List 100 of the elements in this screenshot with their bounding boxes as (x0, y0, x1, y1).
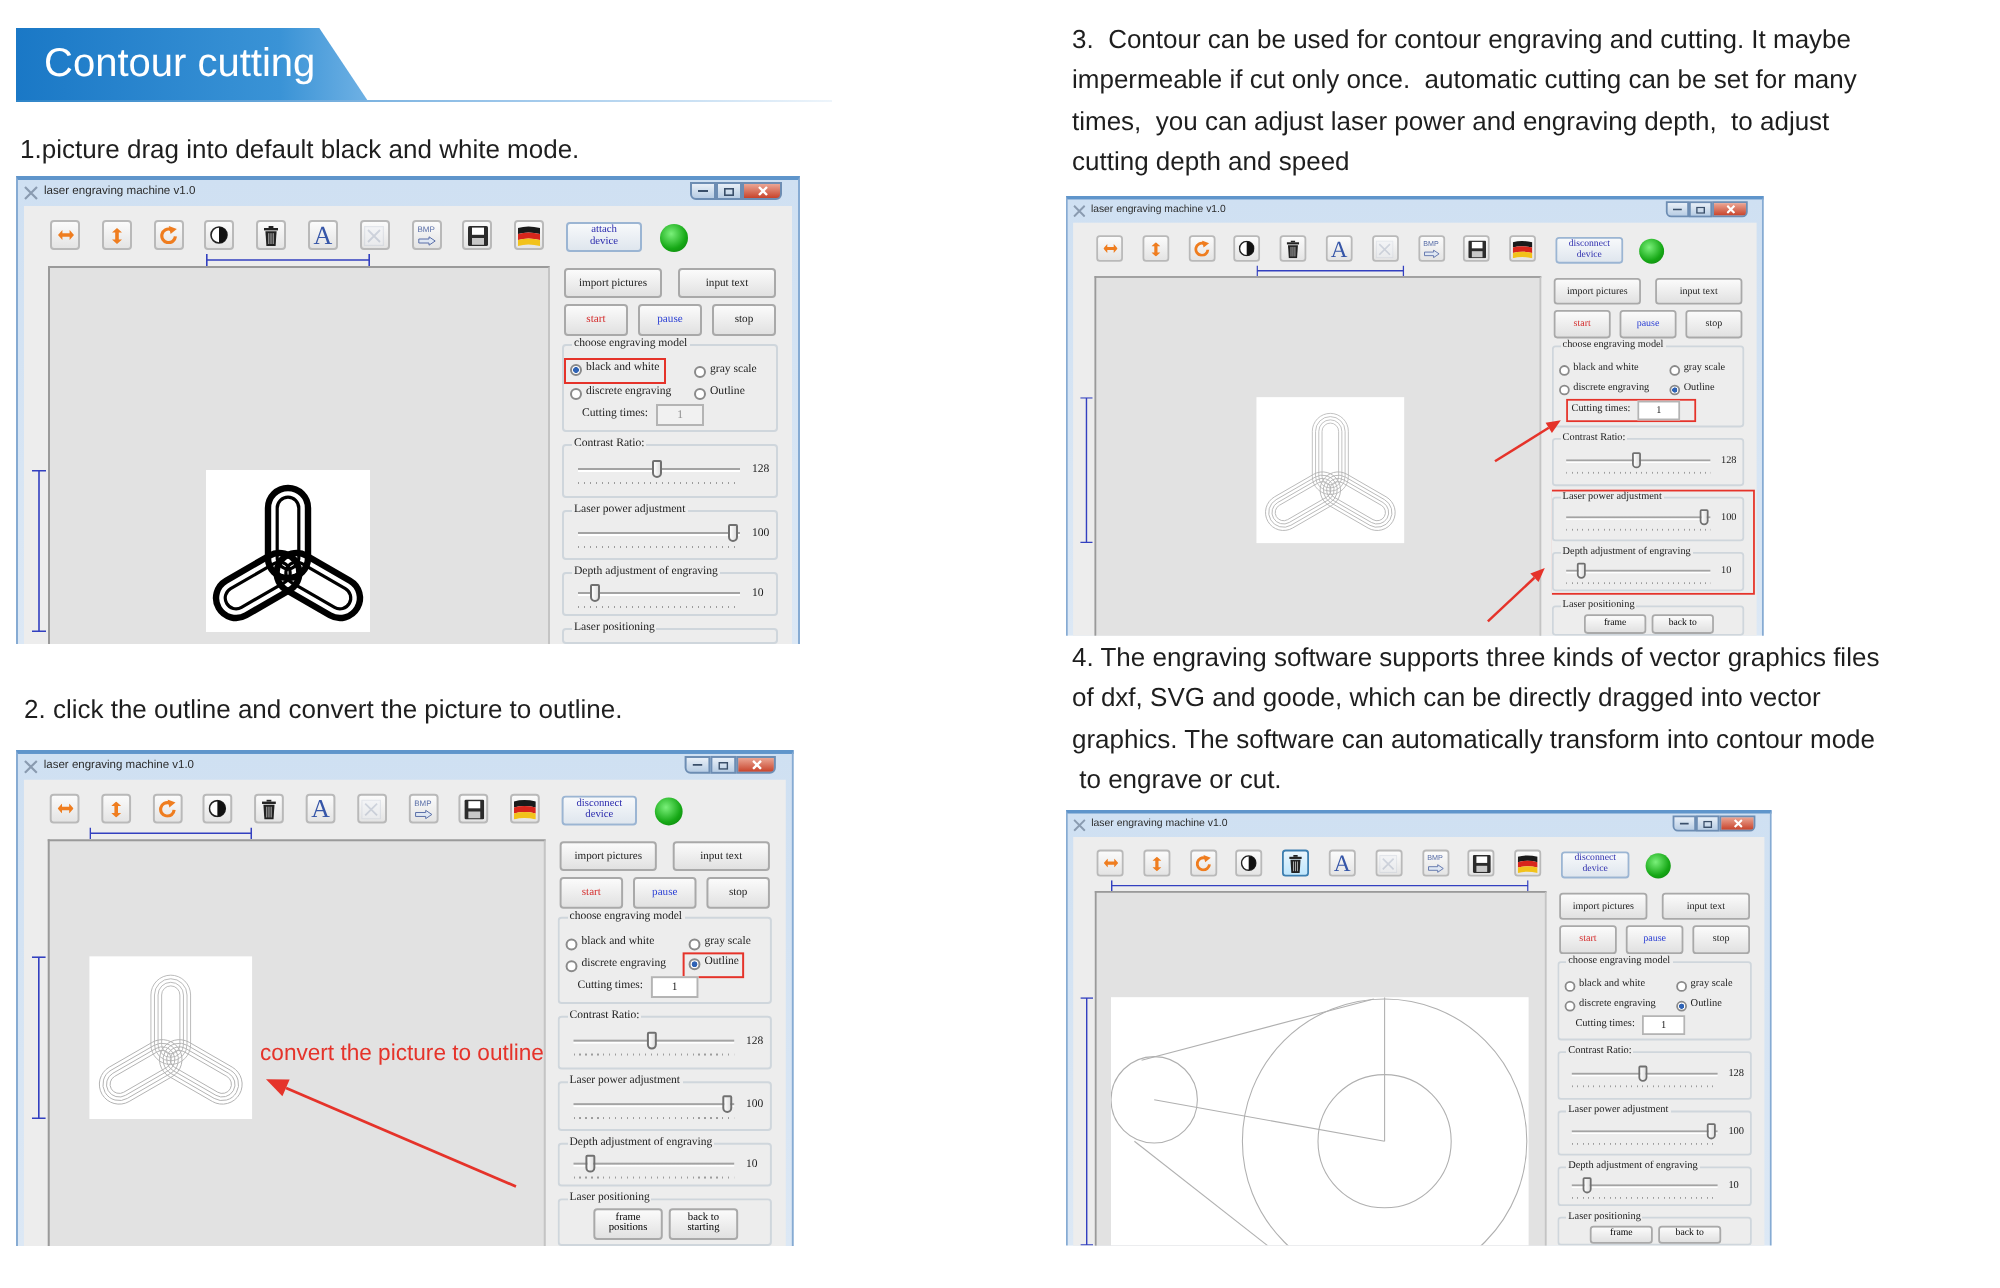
toolbar-button[interactable] (1279, 235, 1307, 263)
rotate-icon (1193, 240, 1210, 257)
toolbar-button[interactable]: A (305, 793, 336, 824)
minimize-button[interactable] (684, 755, 711, 774)
trash-icon (1287, 240, 1300, 258)
maximize-button[interactable] (1696, 816, 1720, 833)
close-button[interactable] (1712, 201, 1748, 218)
radio-button[interactable] (565, 959, 578, 972)
toolbar-button[interactable] (256, 220, 287, 250)
trash-icon (264, 225, 279, 245)
half-circle-icon (210, 226, 229, 244)
toolbar-button[interactable] (254, 793, 285, 824)
app-icon (1073, 819, 1086, 833)
horizontal-arrows-icon (1102, 244, 1117, 254)
vertical-arrows-icon (111, 227, 122, 243)
slider-thumb[interactable] (586, 1154, 597, 1173)
toolbar-button[interactable] (1234, 235, 1261, 263)
slider-thumb[interactable] (1638, 1066, 1648, 1083)
annotation-arrow (1487, 568, 1545, 623)
toolbar-button[interactable] (1514, 850, 1542, 878)
slider-thumb[interactable] (1577, 563, 1587, 580)
minimize-button[interactable] (1672, 816, 1696, 833)
toolbar-button[interactable]: A (1328, 850, 1356, 878)
toolbar-button[interactable] (459, 793, 489, 824)
close-icon (751, 759, 761, 770)
slider-thumb[interactable] (1632, 452, 1642, 469)
slider-thumb[interactable] (590, 584, 601, 602)
trash-icon (1289, 854, 1303, 873)
maximize-button[interactable] (1689, 201, 1713, 218)
toolbar-button[interactable]: A (307, 220, 338, 250)
radio-button[interactable] (688, 937, 701, 950)
close-button[interactable] (736, 755, 776, 774)
vertical-arrows-icon (1151, 241, 1160, 256)
radio-button[interactable] (1676, 1000, 1687, 1012)
close-button[interactable] (742, 182, 782, 200)
slider-thumb[interactable] (722, 1095, 733, 1114)
toolbar-button[interactable] (510, 793, 541, 824)
minimize-icon (692, 763, 703, 767)
slider-thumb[interactable] (647, 1031, 658, 1050)
cross-icon (1376, 240, 1394, 258)
horizontal-arrows-icon (1102, 859, 1118, 869)
toolbar-button[interactable] (514, 220, 545, 250)
flag-icon (1518, 854, 1538, 873)
radio-button[interactable] (1669, 384, 1681, 395)
rotate-icon (158, 799, 176, 818)
maximize-button[interactable] (710, 755, 737, 774)
maximize-icon (1703, 820, 1713, 828)
half-circle-icon (1239, 240, 1256, 257)
radio-button[interactable] (694, 365, 706, 377)
minimize-icon (1673, 208, 1682, 212)
slider-thumb[interactable] (1583, 1177, 1593, 1195)
close-icon (1732, 819, 1742, 829)
maximize-icon (1696, 206, 1705, 214)
radio-button[interactable] (1559, 384, 1570, 395)
close-button[interactable] (1719, 816, 1756, 833)
toolbar-button[interactable] (1468, 850, 1496, 878)
maximize-button[interactable] (716, 182, 742, 200)
radio-button[interactable] (694, 387, 706, 399)
app-icon (23, 759, 38, 774)
close-icon (757, 186, 767, 196)
rotate-icon (159, 226, 178, 244)
vertical-arrows-icon (110, 800, 121, 817)
step-caption: 3. Contour can be used for contour engraving and cutting. It maybe impermeable if cut only once. automatic cutting can be set for many times, you can adjust laser power and engraving depth, to adjust cutting depth and speed (1072, 22, 1857, 180)
section-title: Contour cutting (16, 28, 368, 100)
maximize-icon (724, 187, 734, 195)
arrow-icon (1427, 863, 1444, 873)
radio-button[interactable] (570, 387, 582, 399)
radio-button[interactable] (688, 957, 701, 970)
radio-button[interactable] (1676, 980, 1687, 992)
radio-button[interactable] (1564, 980, 1576, 992)
slider-thumb[interactable] (652, 460, 663, 478)
toolbar-button[interactable] (203, 793, 234, 824)
slider-thumb[interactable] (728, 524, 739, 542)
toolbar-button[interactable] (462, 220, 493, 250)
cross-icon (1379, 854, 1398, 873)
half-circle-icon (1241, 855, 1258, 872)
radio-button[interactable] (1564, 1000, 1576, 1012)
toolbar-button[interactable]: A (1325, 235, 1353, 263)
toolbar-button[interactable] (1509, 235, 1537, 263)
toolbar-button[interactable] (1463, 235, 1491, 263)
app-icon (1073, 205, 1086, 218)
toolbar-button[interactable] (1235, 850, 1263, 878)
toolbar-button[interactable] (204, 220, 235, 250)
slider-thumb[interactable] (1700, 509, 1709, 526)
radio-button[interactable] (570, 363, 582, 376)
radio-button[interactable] (1559, 364, 1570, 376)
cross-icon (364, 225, 385, 245)
half-circle-icon (209, 799, 228, 818)
vertical-arrows-icon (1152, 856, 1162, 872)
flag-icon (518, 225, 541, 245)
minimize-button[interactable] (690, 182, 716, 200)
radio-button[interactable] (1669, 364, 1681, 376)
slider-thumb[interactable] (1707, 1123, 1717, 1141)
radio-button[interactable] (565, 937, 578, 950)
maximize-icon (718, 760, 729, 769)
minimize-button[interactable] (1665, 201, 1689, 218)
app-icon (24, 186, 38, 200)
toolbar-button[interactable] (1282, 850, 1310, 878)
step-caption: 2. click the outline and convert the picture to outline. (24, 694, 623, 726)
step-caption: 1.picture drag into default black and white mode. (20, 134, 580, 166)
